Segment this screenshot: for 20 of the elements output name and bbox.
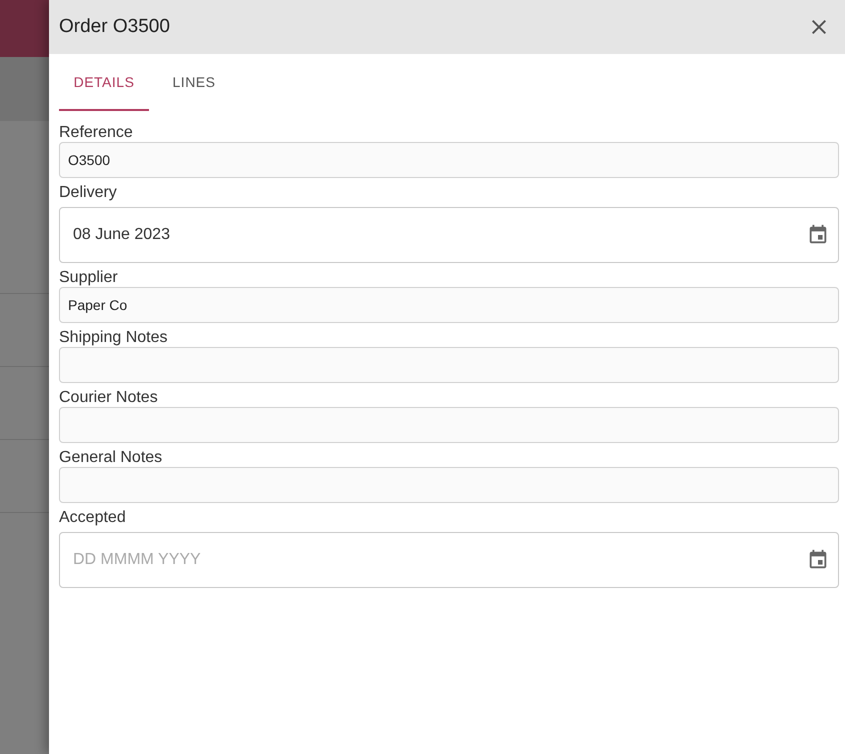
text-field[interactable] xyxy=(59,347,839,383)
text-field[interactable] xyxy=(59,467,839,503)
tab[interactable]: DETAILS xyxy=(59,54,149,111)
date-field[interactable]: 08 June 2023 xyxy=(59,207,839,263)
drawer-title: Order O3500 xyxy=(59,16,170,38)
text-field[interactable] xyxy=(59,407,839,443)
field-label: Delivery xyxy=(59,183,118,202)
date-field[interactable]: DD MMMM YYYY xyxy=(59,532,839,588)
calendar-icon[interactable] xyxy=(807,549,829,571)
field-label: General Notes xyxy=(59,448,164,467)
app-bar xyxy=(0,0,49,57)
calendar-icon[interactable] xyxy=(807,224,829,246)
tab[interactable]: LINES xyxy=(149,54,239,111)
field-label: Shipping Notes xyxy=(59,328,169,347)
field-label: Accepted xyxy=(59,508,127,527)
field-label: Reference xyxy=(59,123,134,142)
text-field[interactable]: Paper Co xyxy=(59,287,839,323)
text-field[interactable]: O3500 xyxy=(59,142,839,178)
field-label: Courier Notes xyxy=(59,388,159,407)
field-label: Supplier xyxy=(59,268,119,287)
